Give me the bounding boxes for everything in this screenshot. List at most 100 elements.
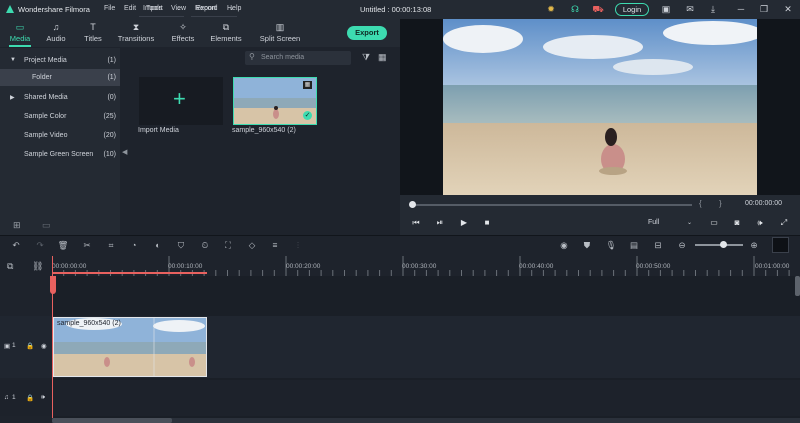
cut-icon[interactable]: ✂	[80, 238, 94, 252]
undo-icon[interactable]: ↶	[9, 238, 23, 252]
play-icon[interactable]: ▶	[458, 217, 470, 229]
zoom-slider-track[interactable]	[695, 244, 743, 246]
volume-icon[interactable]: 🕪	[754, 217, 766, 229]
ruler-label: 00:00:10:00	[168, 263, 203, 270]
library-item-sample-green-screen[interactable]: Sample Green Screen (10)	[0, 146, 120, 163]
media-thumbnail[interactable]: ▦ ✓	[233, 77, 317, 125]
export-button[interactable]: Export	[347, 26, 387, 40]
ruler-label: 00:00:00:00	[52, 263, 87, 270]
search-input[interactable]: Search media	[245, 51, 351, 65]
tab-bar: ▭ Media ♫ Audio T Titles ⧗ Transitions ✧…	[0, 19, 400, 47]
add-track-icon[interactable]: ⧉	[7, 261, 13, 272]
speed-icon[interactable]: ◔	[127, 238, 141, 252]
fullscreen-icon[interactable]: ⤢	[778, 217, 790, 229]
ruler-label: 00:00:30:00	[402, 263, 437, 270]
download-icon[interactable]: ⤓	[707, 3, 719, 15]
music-note-icon: ♫	[52, 22, 60, 32]
fit-icon[interactable]: ⛶	[221, 238, 235, 252]
headset-icon[interactable]: ☊	[569, 3, 581, 15]
playhead-handle[interactable]	[50, 276, 56, 294]
collapse-panel-icon[interactable]: ◀	[122, 148, 128, 158]
quality-label: Full	[648, 219, 660, 226]
zoom-out-icon[interactable]: ⊖	[675, 238, 689, 252]
link-icon[interactable]: ⛓	[32, 261, 43, 272]
lock-icon[interactable]: 🔒	[26, 394, 34, 402]
mail-icon[interactable]: ✉	[684, 3, 696, 15]
record-dropdown[interactable]: Record ⌄	[191, 3, 237, 17]
library-item-sample-color[interactable]: Sample Color (25)	[0, 108, 120, 125]
library-item-shared-media[interactable]: ▶ Shared Media (0)	[0, 89, 120, 106]
library-item-count: (1)	[107, 74, 116, 81]
menu-edit[interactable]: Edit	[124, 5, 136, 12]
library-item-sample-video[interactable]: Sample Video (20)	[0, 127, 120, 144]
audio-track[interactable]	[0, 380, 800, 416]
library-item-label: Folder	[32, 74, 52, 81]
subtitle-icon[interactable]: ⊟	[651, 238, 665, 252]
play-reverse-icon[interactable]: ⏯	[434, 217, 446, 229]
vertical-scrollbar[interactable]	[795, 276, 800, 296]
library-item-project-media[interactable]: ▼ Project Media (1)	[0, 52, 120, 69]
chevron-down-icon: ⌄	[175, 6, 181, 12]
track-height-toggle[interactable]	[772, 237, 789, 253]
tab-elements[interactable]: ⧉ Elements	[208, 19, 244, 47]
tab-transitions[interactable]: ⧗ Transitions	[116, 19, 156, 47]
tab-effects[interactable]: ✧ Effects	[168, 19, 198, 47]
tab-split-screen[interactable]: ▥ Split Screen	[258, 19, 302, 47]
stop-icon[interactable]: ■	[481, 217, 493, 229]
display-icon[interactable]: ▭	[708, 217, 720, 229]
preview-scrubber-handle[interactable]	[409, 201, 416, 208]
import-label: Import	[143, 5, 163, 12]
mixer-icon[interactable]: ▤	[627, 238, 641, 252]
crop-icon[interactable]: ⌗	[104, 238, 118, 252]
speaker-icon[interactable]: 🕪	[41, 394, 45, 402]
video-track-icon: ▣	[4, 343, 11, 350]
ruler-label: 00:01:00:00	[755, 263, 790, 270]
lock-icon[interactable]: 🔒	[26, 342, 34, 350]
media-thumbnail-caption: sample_960x540 (2)	[232, 127, 296, 134]
lightbulb-icon[interactable]: ✹	[545, 3, 557, 15]
color-icon[interactable]: ◐	[151, 238, 165, 252]
marker-icon[interactable]: ⛊	[580, 238, 594, 252]
library-item-label: Sample Video	[24, 132, 68, 139]
menu-file[interactable]: File	[104, 5, 115, 12]
audio-wave-icon[interactable]: ⫶	[291, 238, 305, 252]
minimize-icon[interactable]: ─	[735, 3, 747, 15]
new-folder-icon[interactable]: ⊞	[13, 220, 21, 231]
folder-icon[interactable]: ▭	[42, 220, 51, 231]
import-dropdown[interactable]: Import ⌄	[139, 3, 184, 17]
zoom-in-icon[interactable]: ⊕	[747, 238, 761, 252]
eye-icon[interactable]: ◉	[41, 342, 47, 350]
close-icon[interactable]: ✕	[782, 3, 794, 15]
tab-titles[interactable]: T Titles	[79, 19, 107, 47]
adjust-icon[interactable]: ≡	[268, 238, 282, 252]
split-screen-icon: ▥	[275, 22, 285, 32]
delete-icon[interactable]: 🗑	[56, 238, 70, 252]
library-item-count: (0)	[107, 94, 116, 101]
chevron-down-icon: ▼	[10, 57, 16, 63]
horizontal-scrollbar-thumb[interactable]	[52, 418, 172, 423]
preview-scrubber-track[interactable]	[412, 204, 692, 206]
mark-out-icon[interactable]: }	[719, 199, 722, 208]
import-media-tile[interactable]: +	[139, 77, 223, 125]
mark-in-icon[interactable]: {	[699, 199, 702, 208]
previous-frame-icon[interactable]: ⏮	[410, 217, 422, 229]
green-screen-icon[interactable]: ⛉	[174, 238, 188, 252]
tab-audio[interactable]: ♫ Audio	[42, 19, 70, 47]
duration-icon[interactable]: ⏲	[198, 238, 212, 252]
project-title: Untitled : 00:00:13:08	[360, 5, 432, 14]
quality-dropdown[interactable]: Full ⌄	[648, 217, 692, 229]
render-icon[interactable]: ◉	[557, 238, 571, 252]
snapshot-icon[interactable]: ◙	[731, 217, 743, 229]
microphone-icon[interactable]: 🎙	[604, 238, 618, 252]
grid-view-icon[interactable]: ▦	[378, 52, 387, 63]
tab-media[interactable]: ▭ Media	[5, 19, 35, 47]
keyframe-icon[interactable]: ◇	[245, 238, 259, 252]
cart-icon[interactable]: ⛟	[592, 3, 604, 15]
save-icon[interactable]: ▣	[660, 3, 672, 15]
restore-icon[interactable]: ❐	[758, 3, 770, 15]
library-item-folder[interactable]: Folder (1)	[0, 69, 120, 86]
zoom-slider-handle[interactable]	[720, 241, 727, 248]
login-button[interactable]: Login	[615, 3, 649, 16]
redo-icon[interactable]: ↷	[33, 238, 47, 252]
filter-icon[interactable]: ⧩	[362, 52, 370, 63]
